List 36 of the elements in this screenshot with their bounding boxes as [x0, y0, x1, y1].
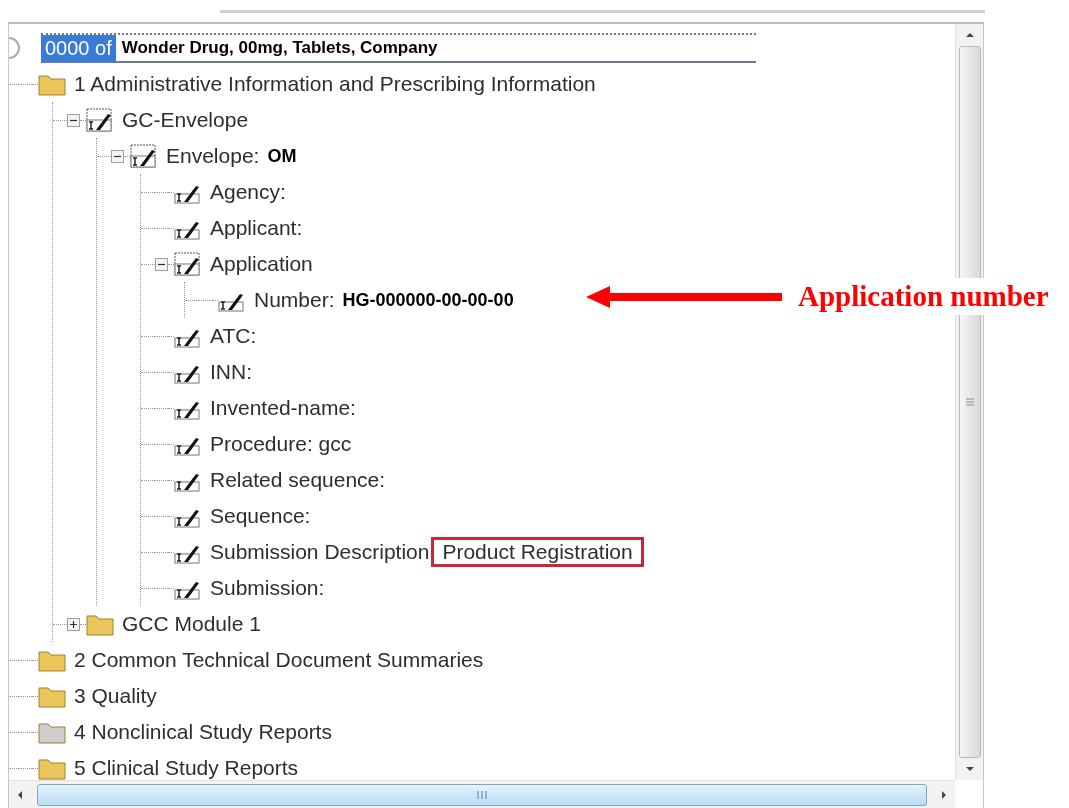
node-label[interactable]: Envelope:	[166, 144, 260, 168]
scrollbar-thumb[interactable]	[37, 783, 927, 806]
element-pen-icon	[130, 144, 158, 168]
element-pen-icon	[174, 252, 202, 276]
expand-toggle[interactable]	[111, 149, 124, 163]
node-label[interactable]: Number:	[254, 288, 335, 312]
node-label[interactable]: GCC Module 1	[122, 612, 261, 636]
expand-toggle[interactable]	[67, 617, 80, 631]
selected-text: 0000 of	[41, 34, 116, 62]
node-value: OM	[267, 145, 297, 167]
node-label[interactable]: Applicant:	[210, 216, 303, 240]
node-label[interactable]: ATC:	[210, 324, 257, 348]
node-label[interactable]: 5 Clinical Study Reports	[74, 756, 299, 780]
expand-toggle[interactable]	[67, 113, 80, 127]
plus-icon	[69, 619, 78, 629]
name-edit-field[interactable]: 0000 of Wonder Drug, 00mg, Tablets, Company	[41, 33, 756, 63]
node-label[interactable]: 2 Common Technical Document Summaries	[74, 648, 484, 672]
node-label[interactable]: Sequence:	[210, 504, 311, 528]
expand-toggle[interactable]	[155, 257, 168, 271]
node-label[interactable]: 3 Quality	[74, 684, 157, 708]
node-value: HG-000000-00-00-00	[342, 289, 514, 311]
element-pen-icon	[86, 108, 114, 132]
node-label[interactable]: 1 Administrative Information and Prescribing Information	[74, 72, 596, 96]
arrow-icon	[586, 283, 782, 310]
node-value: Product Registration	[431, 537, 644, 567]
node-label[interactable]: 4 Nonclinical Study Reports	[74, 720, 332, 744]
node-label[interactable]: Agency:	[210, 180, 286, 204]
node-label[interactable]: Application	[210, 252, 313, 276]
node-label[interactable]: INN:	[210, 360, 252, 384]
node-label[interactable]: Invented-name:	[210, 396, 356, 420]
node-label[interactable]: GC-Envelope	[122, 108, 249, 132]
node-label[interactable]: Submission:	[210, 576, 325, 600]
node-label[interactable]: Procedure: gcc	[210, 432, 352, 456]
node-label[interactable]: Submission Description	[210, 540, 430, 564]
node-label[interactable]: Related sequence:	[210, 468, 386, 492]
scroll-right-icon[interactable]	[939, 788, 949, 801]
